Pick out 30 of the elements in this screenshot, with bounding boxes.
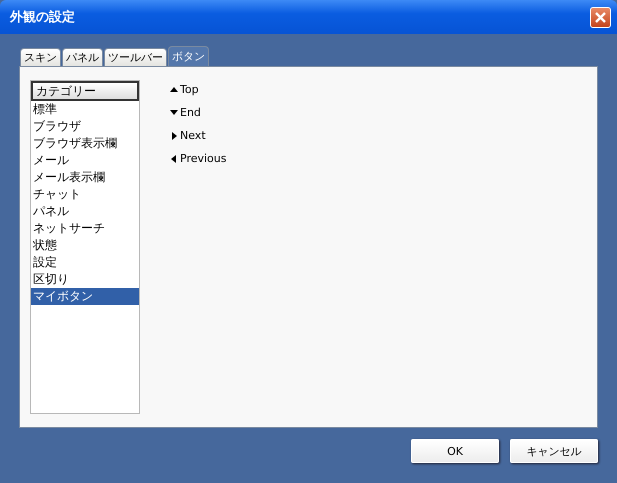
close-button[interactable]	[590, 6, 611, 28]
triangle-up-icon	[170, 86, 178, 94]
list-item[interactable]: 状態	[31, 237, 139, 254]
list-header: カテゴリー	[31, 81, 139, 101]
list-item[interactable]: マイボタン	[31, 288, 139, 305]
button-name: Top	[180, 83, 199, 96]
button-name: End	[180, 106, 201, 119]
window-title: 外観の設定	[10, 8, 75, 26]
close-icon	[595, 12, 606, 22]
list-item[interactable]: 区切り	[31, 271, 139, 288]
dialog-button[interactable]: キャンセル	[510, 439, 598, 463]
list-item[interactable]: ブラウザ表示欄	[31, 135, 139, 152]
dialog-button[interactable]: OK	[411, 439, 499, 463]
triangle-down-icon	[170, 108, 178, 116]
list-item[interactable]: メール	[31, 152, 139, 169]
tab[interactable]: ツールバー	[104, 48, 167, 66]
list-item[interactable]: ブラウザ	[31, 118, 139, 135]
button-name: Previous	[180, 152, 226, 165]
tab[interactable]: スキン	[20, 48, 61, 66]
list-item[interactable]: 設定	[31, 254, 139, 271]
tab[interactable]: パネル	[62, 48, 103, 66]
list-item[interactable]: ネットサーチ	[31, 220, 139, 237]
tab[interactable]: ボタン	[168, 46, 209, 66]
button-name: Next	[180, 129, 206, 142]
triangle-right-icon	[170, 132, 178, 140]
list-item[interactable]: パネル	[31, 203, 139, 220]
triangle-left-icon	[170, 154, 178, 162]
list-item[interactable]: メール表示欄	[31, 169, 139, 186]
list-item[interactable]: チャット	[31, 186, 139, 203]
list-item[interactable]: 標準	[31, 101, 139, 118]
